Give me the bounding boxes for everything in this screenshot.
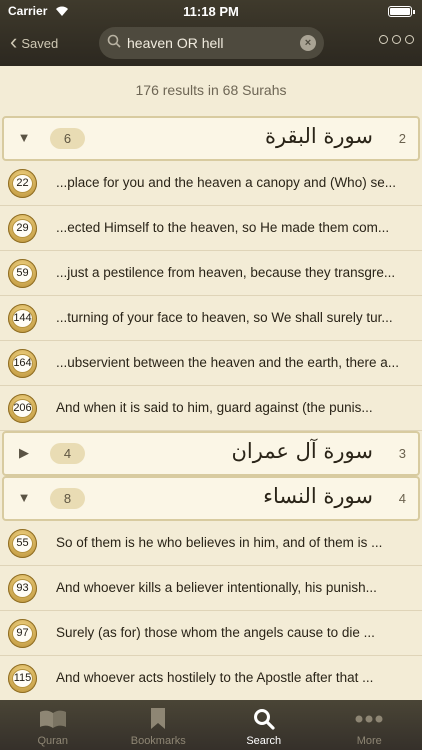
clock: 11:18 PM xyxy=(183,4,239,19)
back-label: Saved xyxy=(21,35,59,51)
result-count-badge: 4 xyxy=(50,443,85,464)
surah-number: 2 xyxy=(398,131,406,146)
verse-result-row[interactable]: 59 ...just a pestilence from heaven, beca… xyxy=(0,251,422,296)
verse-number: 115 xyxy=(12,669,33,688)
more-icon xyxy=(379,35,388,44)
search-input[interactable] xyxy=(127,35,297,51)
battery-icon xyxy=(388,6,415,17)
verse-result-row[interactable]: 206 And when it is said to him, guard aga… xyxy=(0,386,422,431)
surah-number: 3 xyxy=(398,446,406,461)
verse-snippet: ...ected Himself to the heaven, so He ma… xyxy=(56,220,390,235)
verse-number-badge: 206 xyxy=(8,394,37,423)
tab-more[interactable]: More xyxy=(317,700,422,750)
clear-search-button[interactable]: × xyxy=(300,35,316,51)
more-dots-icon xyxy=(353,708,385,735)
verse-number: 29 xyxy=(12,219,33,238)
verse-snippet: ...turning of your face to heaven, so We… xyxy=(56,310,393,325)
verse-number: 55 xyxy=(12,534,33,553)
more-options-button[interactable] xyxy=(379,35,414,44)
triangle-right-icon[interactable]: ▶ xyxy=(16,445,32,461)
bookmark-icon xyxy=(149,708,167,735)
verse-number-badge: 22 xyxy=(8,169,37,198)
tab-label: Bookmarks xyxy=(130,735,186,747)
search-field[interactable]: × xyxy=(99,27,324,59)
verse-snippet: And whoever kills a believer intentional… xyxy=(56,580,377,595)
surah-name-arabic: سورة البقرة xyxy=(264,124,373,148)
verse-result-row[interactable]: 55 So of them is he who believes in him, … xyxy=(0,521,422,566)
verse-number: 59 xyxy=(12,264,33,283)
tab-label: Search xyxy=(246,735,282,747)
verse-number: 97 xyxy=(12,624,33,643)
verse-number-badge: 97 xyxy=(8,619,37,648)
verse-snippet: ...just a pestilence from heaven, becaus… xyxy=(56,265,396,280)
surah-header[interactable]: ▼ 6 سورة البقرة 2 xyxy=(2,116,420,161)
verse-result-row[interactable]: 97 Surely (as for) those whom the angels … xyxy=(0,611,422,656)
verse-snippet: So of them is he who believes in him, an… xyxy=(56,535,383,550)
book-icon xyxy=(38,708,68,735)
navigation-bar: Carrier 11:18 PM ‹ Saved × xyxy=(0,0,422,66)
tab-label: Quran xyxy=(37,735,69,747)
verse-result-row[interactable]: 29 ...ected Himself to the heaven, so He … xyxy=(0,206,422,251)
verse-number: 144 xyxy=(12,309,33,328)
surah-name-arabic: سورة آل عمران xyxy=(231,439,373,463)
more-icon-dot xyxy=(392,35,401,44)
back-button[interactable]: ‹ Saved xyxy=(10,30,58,56)
tab-label: More xyxy=(356,735,382,747)
tab-quran[interactable]: Quran xyxy=(0,700,106,750)
surah-header[interactable]: ▼ 8 سورة النساء 4 xyxy=(2,476,420,521)
verse-result-row[interactable]: 22 ...place for you and the heaven a cano… xyxy=(0,161,422,206)
verse-snippet: Surely (as for) those whom the angels ca… xyxy=(56,625,375,640)
search-results-list: ▼ 6 سورة البقرة 2 22 ...place for you and the… xyxy=(0,116,422,701)
verse-number-badge: 115 xyxy=(8,664,37,693)
surah-name-arabic: سورة النساء xyxy=(263,484,373,508)
verse-result-row[interactable]: 164 ...ubservient between the heaven and … xyxy=(0,341,422,386)
verse-number-badge: 93 xyxy=(8,574,37,603)
verse-number-badge: 144 xyxy=(8,304,37,333)
verse-result-row[interactable]: 93 And whoever kills a believer intention… xyxy=(0,566,422,611)
verse-number-badge: 29 xyxy=(8,214,37,243)
verse-snippet: ...ubservient between the heaven and the… xyxy=(56,355,399,370)
more-icon-dot xyxy=(405,35,414,44)
tab-search[interactable]: Search xyxy=(211,700,317,750)
verse-number-badge: 59 xyxy=(8,259,37,288)
verse-number: 93 xyxy=(12,579,33,598)
triangle-down-icon[interactable]: ▼ xyxy=(16,130,32,146)
verse-result-row[interactable]: 115 And whoever acts hostilely to the Apo… xyxy=(0,656,422,701)
verse-snippet: And whoever acts hostilely to the Apostl… xyxy=(56,670,374,685)
search-icon xyxy=(107,34,121,53)
results-summary: 176 results in 68 Surahs xyxy=(0,66,422,116)
verse-snippet: ...place for you and the heaven a canopy… xyxy=(56,175,396,190)
surah-number: 4 xyxy=(398,491,406,506)
result-count-badge: 8 xyxy=(50,488,85,509)
search-icon xyxy=(253,708,275,735)
tab-bookmarks[interactable]: Bookmarks xyxy=(106,700,212,750)
verse-result-row[interactable]: 144 ...turning of your face to heaven, so… xyxy=(0,296,422,341)
verse-number: 206 xyxy=(12,399,33,418)
status-bar: Carrier 11:18 PM xyxy=(0,0,422,22)
verse-number-badge: 55 xyxy=(8,529,37,558)
verse-number: 164 xyxy=(12,354,33,373)
verse-snippet: And when it is said to him, guard agains… xyxy=(56,400,373,415)
tab-bar: Quran Bookmarks Search More xyxy=(0,700,422,750)
result-count-badge: 6 xyxy=(50,128,85,149)
surah-header[interactable]: ▶ 4 سورة آل عمران 3 xyxy=(2,431,420,476)
chevron-left-icon: ‹ xyxy=(10,29,18,54)
verse-number: 22 xyxy=(12,174,33,193)
triangle-down-icon[interactable]: ▼ xyxy=(16,490,32,506)
verse-number-badge: 164 xyxy=(8,349,37,378)
